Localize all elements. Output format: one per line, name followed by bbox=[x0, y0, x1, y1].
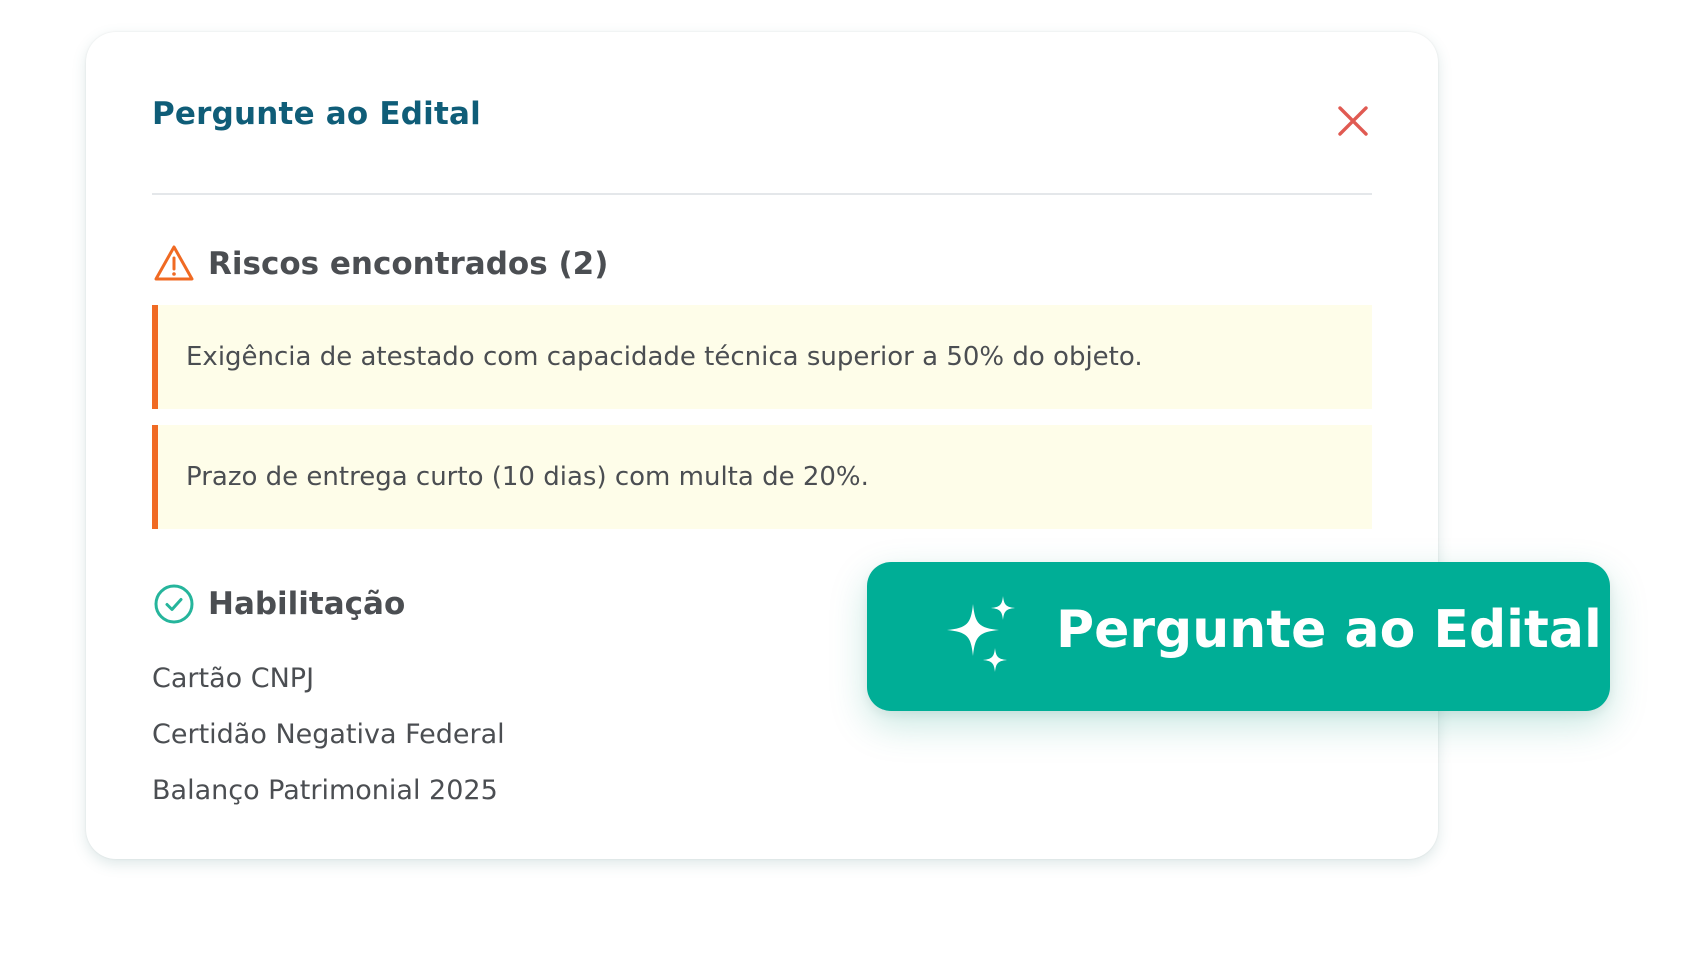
close-icon bbox=[1338, 106, 1368, 136]
risk-item: Prazo de entrega curto (10 dias) com mul… bbox=[152, 425, 1372, 529]
habilitacao-title: Habilitação bbox=[208, 586, 406, 622]
close-button[interactable] bbox=[1334, 102, 1372, 140]
habilitacao-header: Habilitação bbox=[152, 582, 405, 626]
risks-header: Riscos encontrados (2) bbox=[152, 242, 608, 286]
habilitacao-item: Balanço Patrimonial 2025 bbox=[152, 775, 498, 806]
sparkles-icon bbox=[947, 596, 1015, 672]
risk-item: Exigência de atestado com capacidade téc… bbox=[152, 305, 1372, 409]
habilitacao-item: Certidão Negativa Federal bbox=[152, 719, 505, 750]
edital-modal: Pergunte ao Edital Riscos encontrados (2… bbox=[86, 32, 1438, 859]
risks-title: Riscos encontrados (2) bbox=[208, 246, 609, 282]
modal-header: Pergunte ao Edital bbox=[152, 32, 1372, 195]
ask-edital-button[interactable]: Pergunte ao Edital bbox=[867, 562, 1610, 711]
ask-edital-label: Pergunte ao Edital bbox=[1056, 600, 1602, 660]
warning-triangle-icon bbox=[152, 242, 196, 286]
check-circle-icon bbox=[152, 582, 196, 626]
habilitacao-item: Cartão CNPJ bbox=[152, 663, 315, 694]
stage: Pergunte ao Edital Riscos encontrados (2… bbox=[0, 0, 1704, 954]
modal-title: Pergunte ao Edital bbox=[152, 96, 481, 132]
